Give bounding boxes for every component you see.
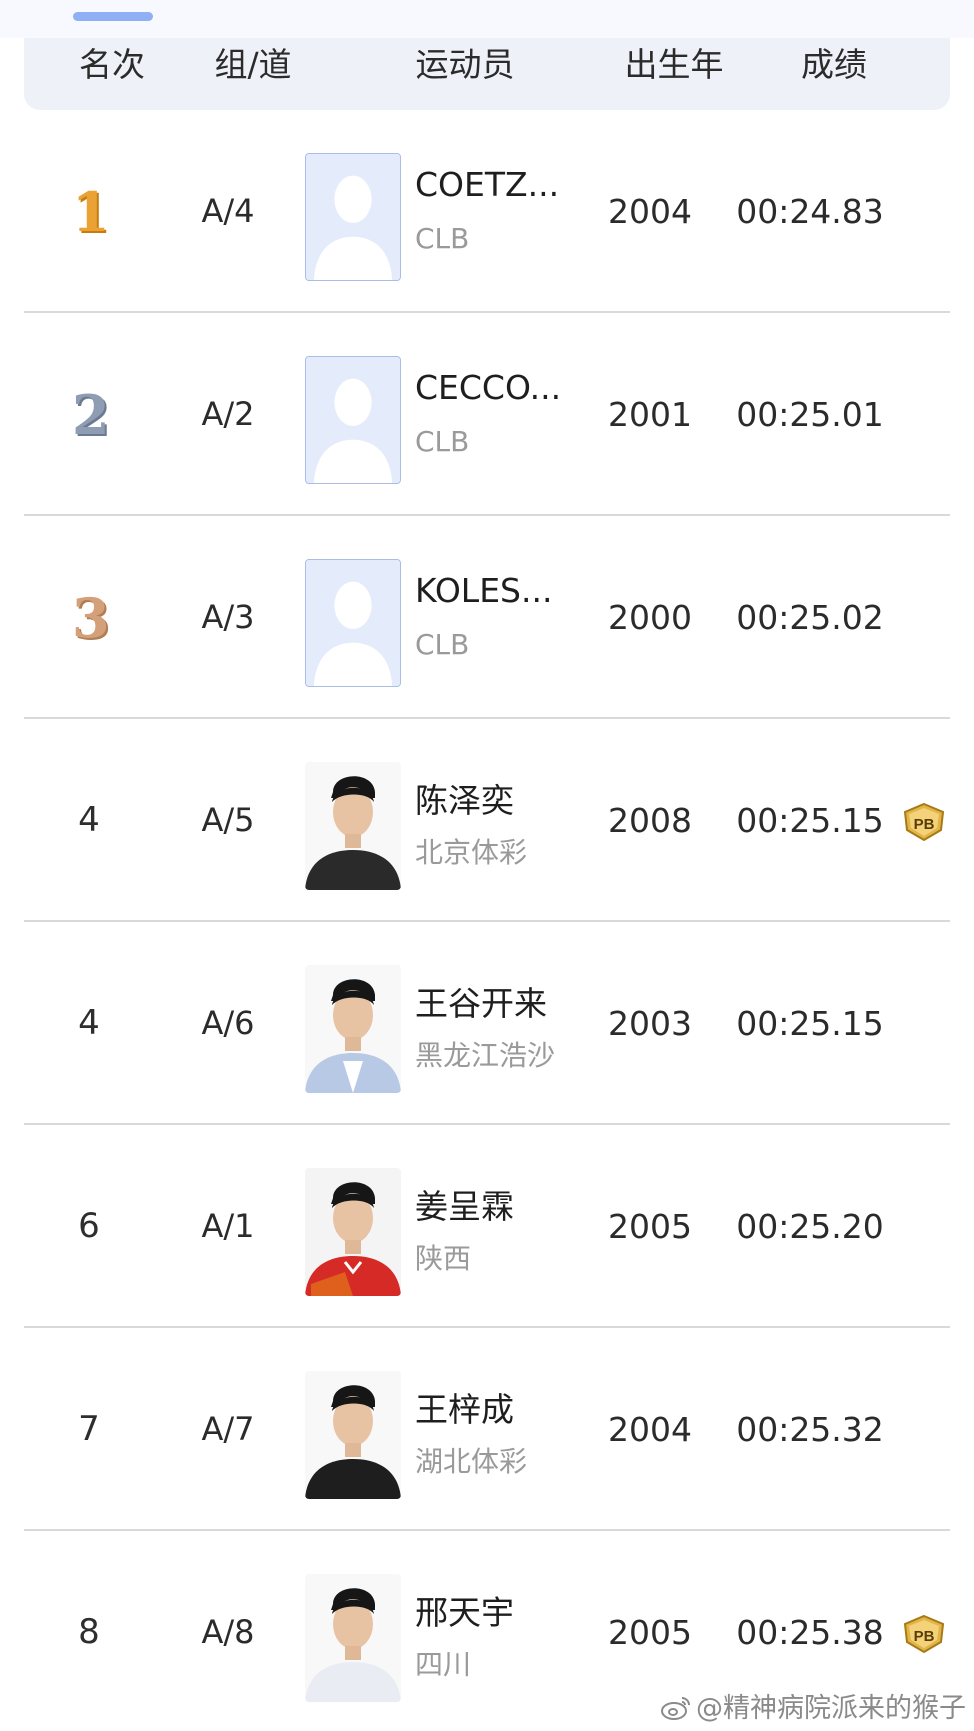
- athlete-team: 湖北体彩: [415, 1445, 528, 1478]
- result-time: 00:25.02: [736, 598, 884, 637]
- watermark: @精神病院派来的猴子: [660, 1686, 966, 1725]
- athlete-photo: [305, 1371, 401, 1499]
- rank: 6: [78, 1206, 100, 1246]
- lane: A/6: [201, 1004, 255, 1042]
- rank: 4: [78, 1003, 100, 1043]
- table-row[interactable]: 2 A/2 CECCO... CLB 2001 00:25.01: [0, 313, 974, 516]
- svg-text:PB: PB: [914, 1628, 935, 1645]
- athlete-team: 四川: [415, 1648, 472, 1681]
- athlete-name: COETZ...: [415, 165, 560, 204]
- rank-medal-bronze: 3: [72, 586, 110, 650]
- result-time: 00:25.32: [736, 1410, 884, 1449]
- header-result: 成绩: [801, 45, 867, 84]
- header-birth-year: 出生年: [624, 45, 724, 84]
- svg-text:PB: PB: [914, 816, 935, 833]
- athlete-photo: [305, 1574, 401, 1702]
- weibo-icon: [660, 1695, 692, 1721]
- lane: A/5: [201, 801, 255, 839]
- lane: A/3: [201, 598, 255, 636]
- athlete-team: 北京体彩: [415, 836, 528, 869]
- result-time: 00:24.83: [736, 192, 884, 231]
- results-table: 1 A/4 COETZ... CLB 2004 00:24.83 2 A/2 CECCO... C…: [0, 110, 974, 1731]
- header-rank: 名次: [79, 45, 145, 84]
- person-silhouette-icon: [305, 153, 401, 281]
- birth-year: 2000: [608, 598, 692, 637]
- athlete-name: 邢天宇: [415, 1593, 514, 1632]
- birth-year: 2005: [608, 1207, 692, 1246]
- rank: 8: [78, 1612, 100, 1652]
- athlete-photo: [305, 762, 401, 890]
- lane: A/4: [201, 192, 255, 230]
- athlete-team: 陕西: [415, 1242, 472, 1275]
- athlete-name: 陈泽奕: [415, 781, 514, 820]
- person-silhouette-icon: [305, 559, 401, 687]
- result-time: 00:25.01: [736, 395, 884, 434]
- header-athlete: 运动员: [415, 45, 515, 84]
- lane: A/1: [201, 1207, 255, 1245]
- lane: A/7: [201, 1410, 255, 1448]
- table-row[interactable]: 3 A/3 KOLES... CLB 2000 00:25.02: [0, 516, 974, 719]
- person-silhouette-icon: [305, 356, 401, 484]
- table-header: 名次 组/道 运动员 出生年 成绩: [24, 38, 950, 110]
- rank: 7: [78, 1409, 100, 1449]
- lane: A/8: [201, 1613, 255, 1651]
- birth-year: 2003: [608, 1004, 692, 1043]
- pb-shield-icon: PB: [901, 1614, 947, 1654]
- birth-year: 2004: [608, 192, 692, 231]
- lane: A/2: [201, 395, 255, 433]
- athlete-name: 姜呈霖: [415, 1187, 514, 1226]
- result-time: 00:25.15: [736, 801, 884, 840]
- result-time: 00:25.15: [736, 1004, 884, 1043]
- athlete-name: 王梓成: [415, 1390, 514, 1429]
- rank-medal-gold: 1: [72, 180, 110, 244]
- active-tab-indicator: [73, 12, 153, 21]
- birth-year: 2008: [608, 801, 692, 840]
- athlete-name: KOLES...: [415, 571, 553, 610]
- athlete-team: CLB: [415, 628, 470, 661]
- tab-bar: [0, 0, 974, 38]
- athlete-photo: [305, 965, 401, 1093]
- athlete-name: 王谷开来: [415, 984, 547, 1023]
- header-lane: 组/道: [214, 45, 292, 84]
- athlete-team: 黑龙江浩沙: [415, 1039, 556, 1072]
- athlete-team: CLB: [415, 222, 470, 255]
- birth-year: 2004: [608, 1410, 692, 1449]
- rank-medal-silver: 2: [72, 383, 110, 447]
- result-time: 00:25.20: [736, 1207, 884, 1246]
- athlete-name: CECCO...: [415, 368, 562, 407]
- rank: 4: [78, 800, 100, 840]
- table-row[interactable]: 7 A/7 王梓成湖北体彩 2004 00:25.32: [0, 1328, 974, 1531]
- table-row[interactable]: 6 A/1 姜呈霖陕西 2005 00:25.20: [0, 1125, 974, 1328]
- table-row[interactable]: 4 A/6 王谷开来黑龙江浩沙 2003 00:25.15: [0, 922, 974, 1125]
- athlete-team: CLB: [415, 425, 470, 458]
- watermark-text: @精神病院派来的猴子: [696, 1693, 966, 1724]
- results-page: 名次 组/道 运动员 出生年 成绩 1 A/4 COETZ... CLB 2004 00:…: [0, 0, 974, 1731]
- athlete-photo: [305, 1168, 401, 1296]
- table-row[interactable]: 4 A/5 陈泽奕北京体彩 2008 00:25.15 PB: [0, 719, 974, 922]
- birth-year: 2001: [608, 395, 692, 434]
- table-row[interactable]: 1 A/4 COETZ... CLB 2004 00:24.83: [0, 110, 974, 313]
- pb-shield-icon: PB: [901, 802, 947, 842]
